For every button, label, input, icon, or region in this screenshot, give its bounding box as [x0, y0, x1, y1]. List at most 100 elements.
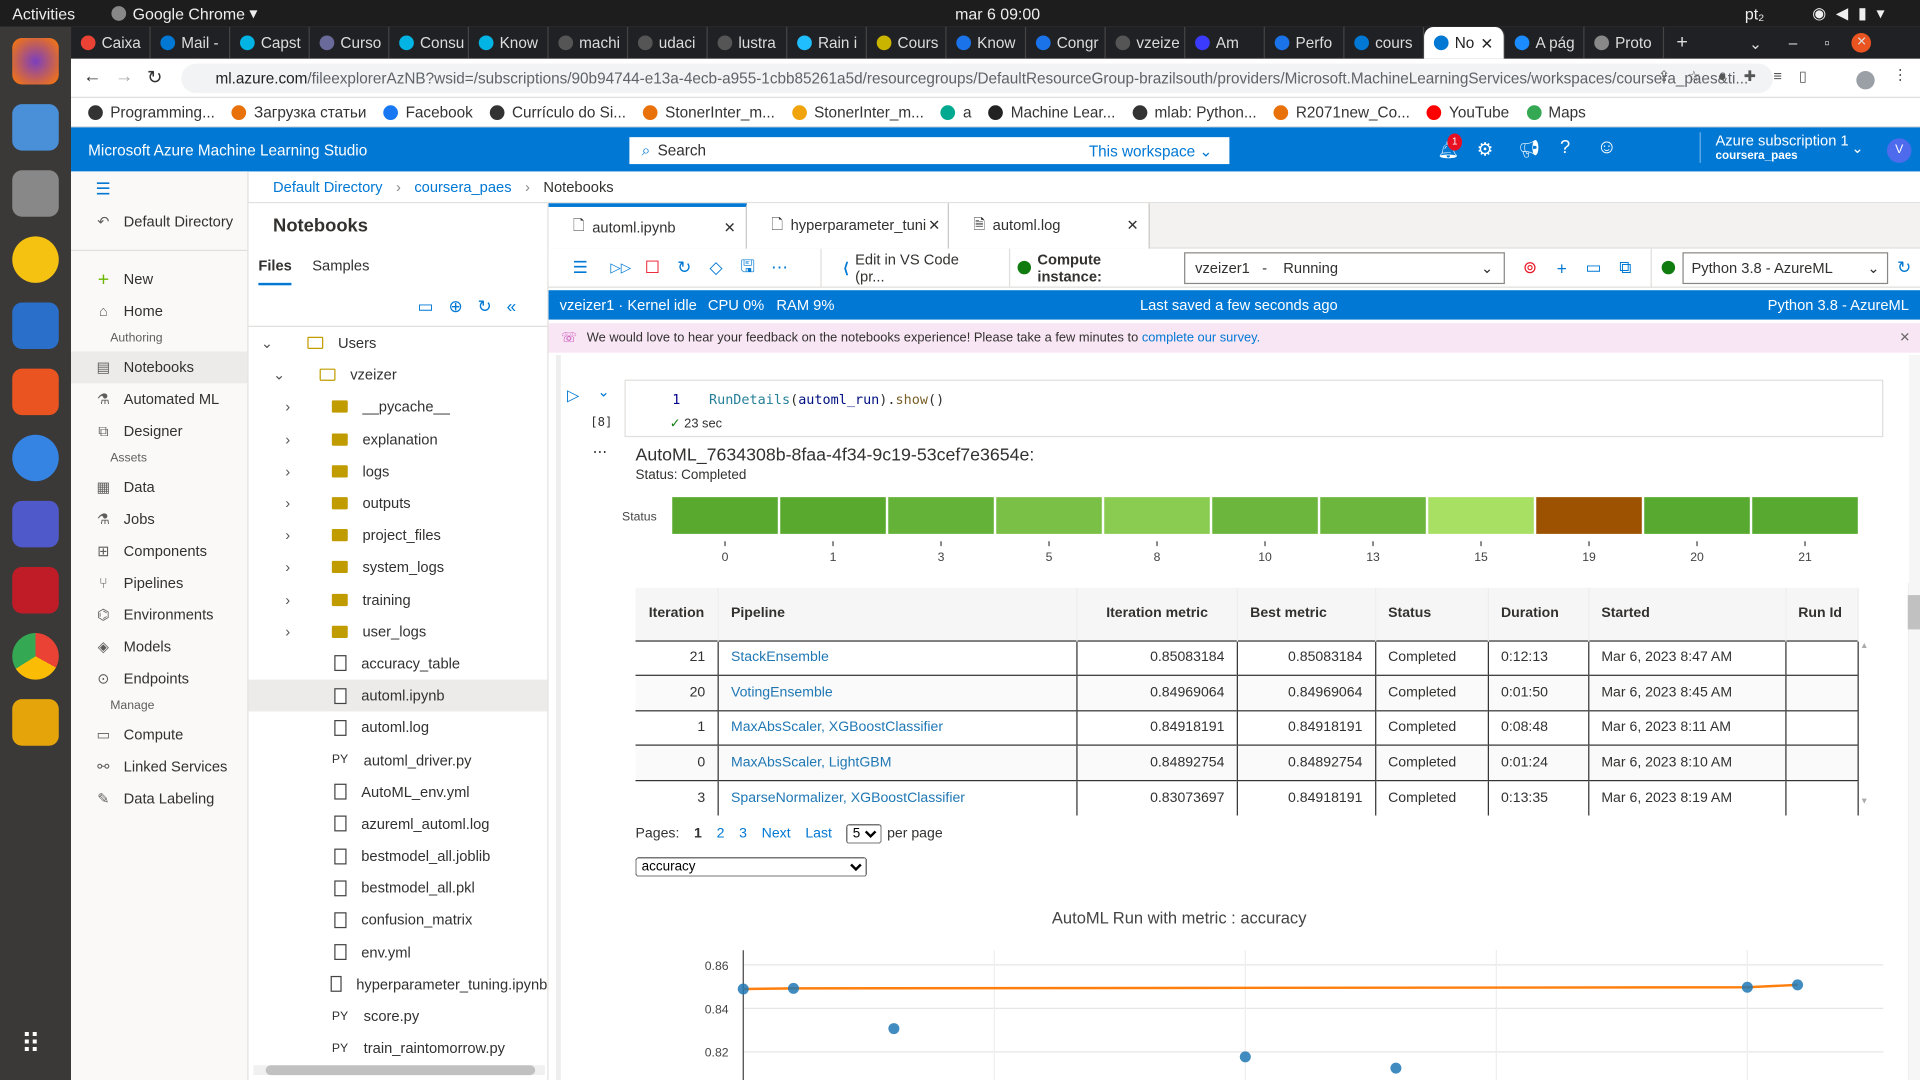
tree-folder[interactable]: › project_files: [249, 519, 548, 551]
per-page-select[interactable]: 5: [846, 824, 883, 844]
status-cell[interactable]: [1752, 497, 1858, 534]
page-3[interactable]: 3: [739, 827, 747, 842]
pipeline-link[interactable]: VotingEnsemble: [731, 686, 833, 701]
tree-folder[interactable]: › outputs: [249, 487, 548, 519]
nav-item-models[interactable]: ◈ Models: [71, 631, 247, 663]
browser-action-icons[interactable]: ⇪☆●✚≡▯: [1658, 67, 1824, 84]
tree-file[interactable]: bestmodel_all.joblib: [249, 840, 548, 872]
chevron-right-icon[interactable]: ›: [285, 463, 302, 480]
column-header[interactable]: Started: [1588, 587, 1786, 641]
browser-tab[interactable]: Congr: [1026, 26, 1106, 59]
status-cell[interactable]: [996, 497, 1102, 534]
pipeline-link[interactable]: MaxAbsScaler, LightGBM: [731, 756, 891, 771]
app-icon[interactable]: [12, 566, 59, 614]
nav-item-automated-ml[interactable]: ⚗ Automated ML: [71, 383, 247, 415]
data-point[interactable]: [1741, 981, 1753, 993]
bookmark[interactable]: YouTube: [1427, 103, 1509, 121]
feedback-megaphone-icon[interactable]: 📢︎: [1518, 138, 1540, 159]
bookmark[interactable]: Programming...: [88, 103, 215, 121]
output-more-icon[interactable]: ⋯: [593, 443, 608, 460]
nav-item-designer[interactable]: ⧉ Designer: [71, 415, 247, 447]
table-row[interactable]: 21 StackEnsemble 0.85083184 0.85083184 Compl…: [635, 639, 1859, 676]
table-row[interactable]: 0 MaxAbsScaler, LightGBM 0.84892754 0.84892…: [635, 744, 1859, 781]
tree-folder[interactable]: › logs: [249, 455, 548, 487]
reload-icon[interactable]: ↻: [147, 66, 162, 88]
code-cell[interactable]: 1 RunDetails(automl_run).show() ✓ 23 sec: [624, 379, 1884, 438]
stop-compute-icon[interactable]: ⊚: [1514, 257, 1546, 278]
firefox-icon[interactable]: [12, 37, 59, 85]
browser-tab[interactable]: Rain i: [787, 26, 867, 59]
bookmark[interactable]: a: [940, 103, 972, 121]
new-tab-icon[interactable]: +: [1676, 32, 1687, 54]
browser-tab[interactable]: Caixa: [71, 26, 151, 59]
writer-icon[interactable]: [12, 302, 59, 349]
table-row[interactable]: 3 SparseNormalizer, XGBoostClassifier 0.83…: [635, 779, 1859, 816]
compute-instance-dropdown[interactable]: vzeizer1 - Running ⌄: [1184, 251, 1505, 284]
next-page-link[interactable]: Next: [762, 827, 791, 842]
status-cell[interactable]: [780, 497, 886, 534]
input-language[interactable]: pt₂: [1745, 4, 1764, 22]
browser-tab[interactable]: cours: [1344, 26, 1425, 59]
breadcrumb-default-directory[interactable]: Default Directory: [273, 178, 382, 195]
browser-tab[interactable]: A pág: [1505, 26, 1585, 59]
bookmark[interactable]: Currículo do Si...: [489, 103, 626, 121]
nav-item-components[interactable]: ⊞ Components: [71, 535, 247, 567]
activities-button[interactable]: Activities: [12, 4, 75, 22]
nav-item-endpoints[interactable]: ⊙ Endpoints: [71, 662, 247, 694]
chevron-right-icon[interactable]: ›: [285, 559, 302, 576]
browser-tab[interactable]: Proto: [1584, 26, 1665, 59]
collapse-panel-icon[interactable]: «: [507, 296, 531, 316]
column-header[interactable]: Run Id: [1785, 587, 1859, 641]
nav-item-environments[interactable]: ⌬ Environments: [71, 599, 247, 631]
run-cell-icon[interactable]: ▷: [567, 386, 579, 406]
tree-file[interactable]: PY score.py: [249, 1000, 548, 1032]
tree-file[interactable]: PY train_raintomorrow.py: [249, 1032, 548, 1064]
nav-item-pipelines[interactable]: ⑂ Pipelines: [71, 567, 247, 599]
system-tray-icons[interactable]: ◉◀▮▾: [1812, 4, 1894, 24]
status-cell[interactable]: [672, 497, 778, 534]
software-center-icon[interactable]: [12, 368, 59, 416]
files-icon[interactable]: [12, 170, 59, 217]
close-icon[interactable]: ✕: [928, 217, 940, 234]
nav-item-data-labeling[interactable]: ✎ Data Labeling: [71, 782, 247, 814]
column-header[interactable]: Pipeline: [718, 587, 1078, 641]
bookmark[interactable]: Machine Lear...: [988, 103, 1115, 121]
rhythmbox-icon[interactable]: [12, 236, 59, 283]
data-point[interactable]: [787, 982, 799, 994]
chevron-right-icon[interactable]: ›: [285, 623, 302, 640]
nav-back-default-directory[interactable]: ↶ Default Directory: [71, 206, 247, 238]
page-2[interactable]: 2: [717, 827, 725, 842]
clock[interactable]: mar 6 09:00: [955, 4, 1040, 22]
close-icon[interactable]: ✕: [1480, 34, 1493, 52]
column-header[interactable]: Iteration: [635, 587, 719, 641]
thunderbird-icon[interactable]: [12, 104, 59, 151]
url-input[interactable]: ml.azure.com/fileexplorerAzNB?wsid=/subs…: [181, 63, 1774, 94]
status-cell[interactable]: [888, 497, 994, 534]
column-header[interactable]: Duration: [1488, 587, 1590, 641]
help-icon[interactable]: ?: [1560, 137, 1570, 158]
browser-tab[interactable]: vzeize: [1106, 26, 1186, 59]
tab-automl-log[interactable]: 🗎 automl.log ✕: [948, 202, 1150, 248]
bookmark[interactable]: StonerInter_m...: [643, 103, 775, 121]
survey-link[interactable]: complete our survey.: [1142, 331, 1260, 346]
app-menu[interactable]: Google Chrome ▾: [111, 4, 257, 24]
minimize-icon[interactable]: –: [1789, 34, 1798, 51]
bookmark[interactable]: Загрузка статьи: [231, 103, 366, 121]
pipeline-link[interactable]: MaxAbsScaler, XGBoostClassifier: [731, 721, 943, 736]
nav-item-data[interactable]: ▦ Data: [71, 471, 247, 503]
tab-search-icon[interactable]: ⌄: [1749, 34, 1762, 52]
last-page-link[interactable]: Last: [805, 827, 832, 842]
subscription-switcher[interactable]: Azure subscription 1 coursera_paes: [1699, 132, 1849, 163]
browser-tab[interactable]: udaci: [628, 26, 708, 59]
bookmark[interactable]: Facebook: [383, 103, 473, 121]
nav-item-home[interactable]: ⌂ Home: [71, 295, 247, 327]
tree-folder[interactable]: › __pycache__: [249, 391, 548, 423]
back-icon[interactable]: ←: [83, 66, 101, 87]
data-point[interactable]: [888, 1023, 900, 1035]
page-1[interactable]: 1: [694, 827, 702, 842]
run-all-icon[interactable]: ▷▷: [605, 260, 637, 276]
tree-file[interactable]: automl.ipynb: [248, 679, 548, 712]
app-title[interactable]: Microsoft Azure Machine Learning Studio: [88, 142, 367, 159]
maximize-icon[interactable]: ▫: [1824, 34, 1829, 51]
add-file-icon[interactable]: ⊕: [448, 296, 477, 316]
